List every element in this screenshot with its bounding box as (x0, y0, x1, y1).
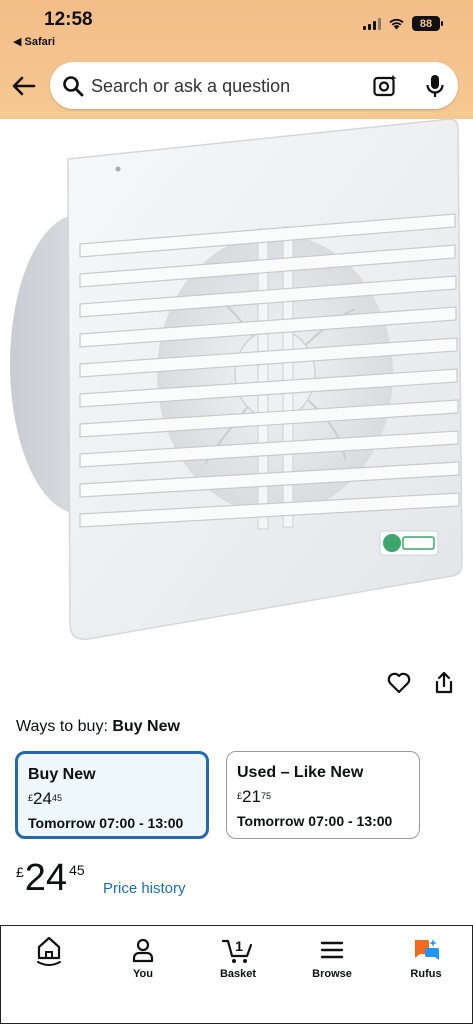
cart-icon: 1 (221, 938, 253, 963)
price-history-link[interactable]: Price history (103, 880, 186, 897)
bottom-tab-bar: You 1 Basket Browse Rufus (0, 925, 473, 1024)
buy-new-option[interactable]: Buy New £2445 Tomorrow 07:00 - 13:00 (15, 751, 209, 839)
heart-icon[interactable] (386, 670, 412, 696)
menu-icon (320, 941, 344, 959)
option-delivery: Tomorrow 07:00 - 13:00 (237, 813, 393, 829)
tab-you[interactable]: You (103, 936, 183, 980)
option-price: £2445 (28, 789, 62, 808)
person-icon (132, 938, 154, 963)
tab-basket[interactable]: 1 Basket (198, 936, 278, 980)
home-icon (37, 936, 61, 966)
search-input[interactable]: Search or ask a question (91, 76, 290, 97)
status-time: 12:58 (44, 9, 93, 30)
rufus-icon (415, 939, 439, 960)
camera-lens-icon[interactable] (372, 73, 398, 99)
product-image[interactable] (0, 119, 473, 664)
option-delivery: Tomorrow 07:00 - 13:00 (28, 815, 184, 831)
svg-text:1: 1 (235, 938, 243, 954)
tab-home[interactable] (9, 936, 89, 966)
arrow-left-icon[interactable] (10, 72, 38, 100)
battery-icon: 88 (412, 16, 443, 31)
share-icon[interactable] (433, 670, 455, 696)
ways-to-buy-label: Ways to buy: (16, 718, 108, 735)
search-bar[interactable]: Search or ask a question (50, 62, 458, 109)
wifi-icon (389, 18, 404, 30)
back-to-safari[interactable]: ◀ Safari (13, 35, 55, 48)
ways-to-buy: Ways to buy: Buy New (16, 718, 180, 736)
option-title: Used – Like New (237, 764, 364, 781)
microphone-icon[interactable] (424, 73, 446, 99)
product-price: £ 24 45 (16, 857, 85, 899)
search-icon (63, 76, 84, 97)
signal-icon (363, 17, 381, 30)
used-like-new-option[interactable]: Used – Like New £2175 Tomorrow 07:00 - 1… (226, 751, 420, 839)
tab-rufus[interactable]: Rufus (386, 936, 466, 980)
brand-logo (379, 530, 439, 556)
status-indicators: 88 (363, 16, 443, 31)
tab-browse[interactable]: Browse (292, 936, 372, 980)
ways-to-buy-value: Buy New (112, 718, 180, 735)
app-header: 12:58 ◀ Safari 88 Search or ask a questi… (0, 0, 473, 119)
option-price: £2175 (237, 787, 271, 806)
option-title: Buy New (28, 766, 96, 783)
